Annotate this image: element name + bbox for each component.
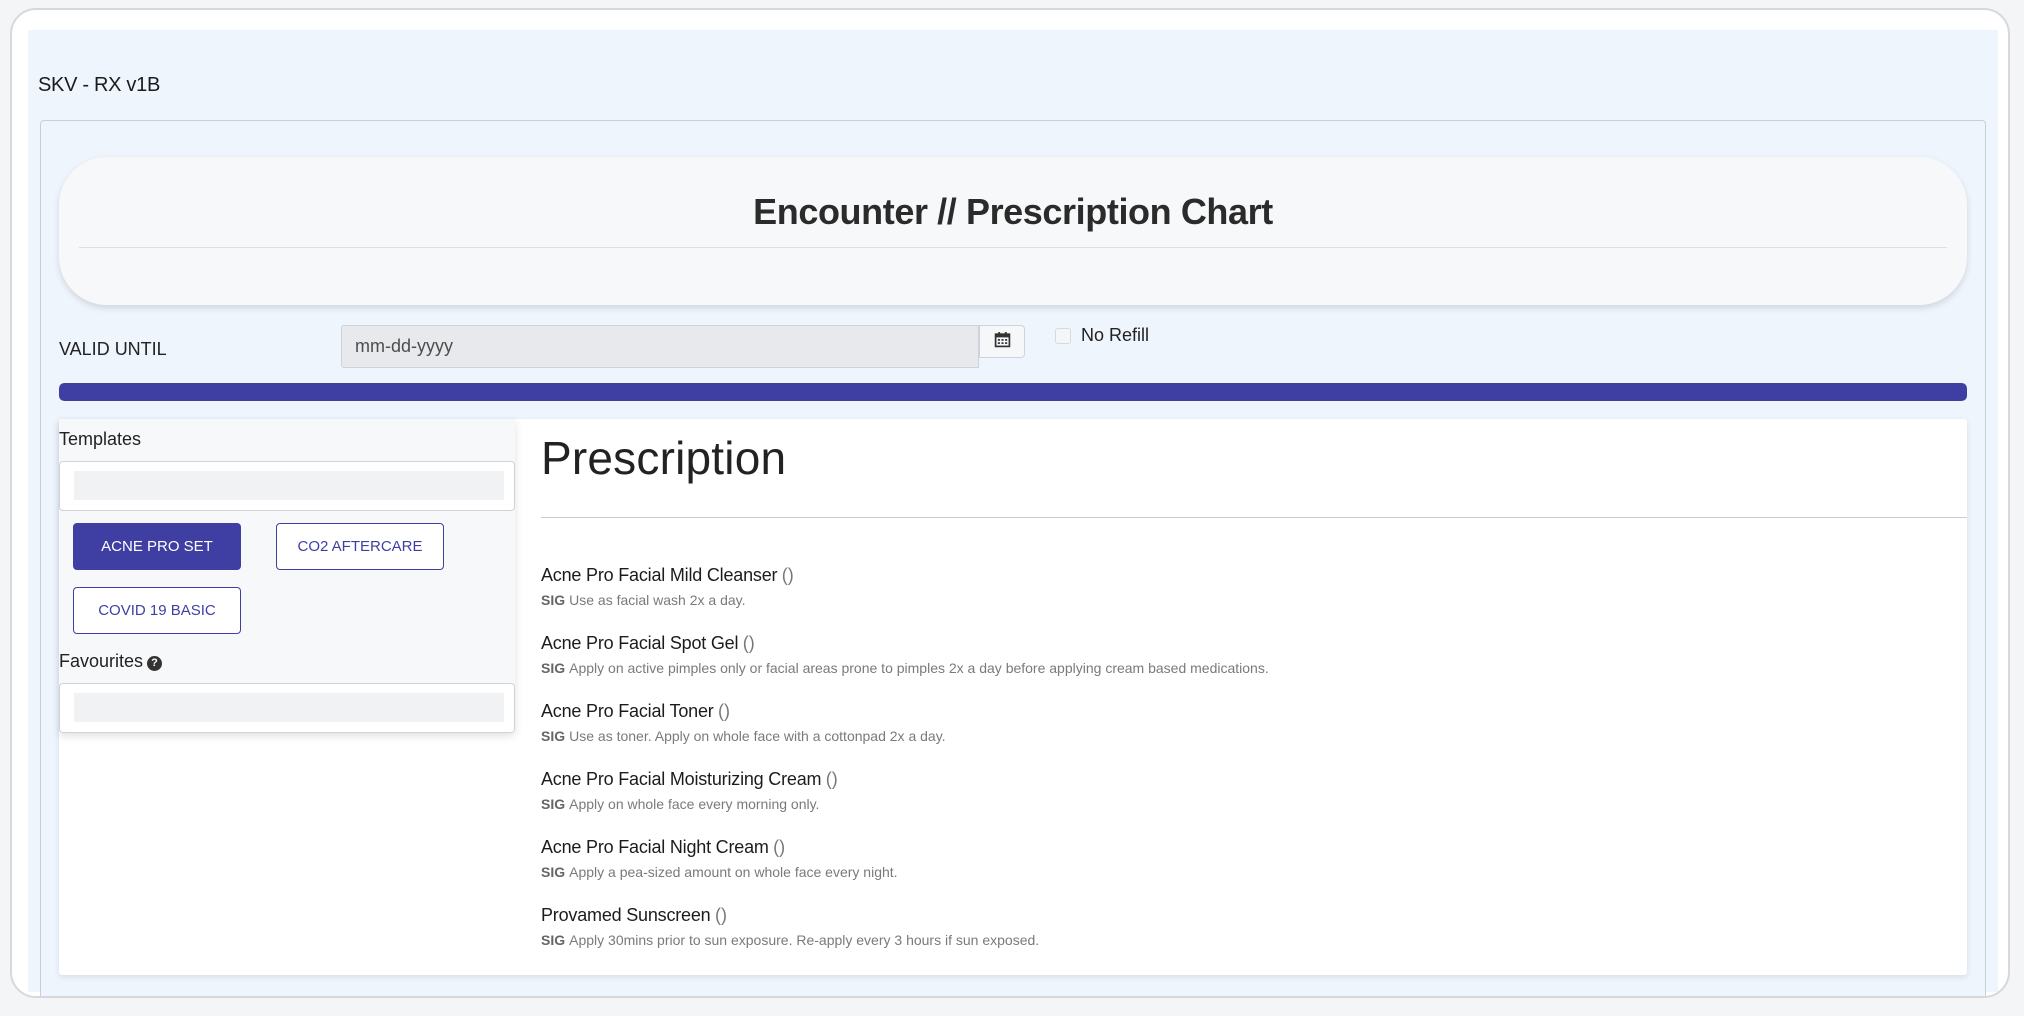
- template-covid-19-basic-button[interactable]: COVID 19 BASIC: [73, 587, 241, 634]
- prescription-item: Acne Pro Facial Toner () SIG Use as toner…: [541, 701, 1941, 769]
- page: SKV - RX v1B Encounter // Prescription C…: [28, 30, 1998, 996]
- medication-name: Provamed Sunscreen: [541, 905, 711, 925]
- prescription-item: Acne Pro Facial Spot Gel () SIG Apply on …: [541, 633, 1941, 701]
- prescription-list: Acne Pro Facial Mild Cleanser () SIG Use …: [541, 565, 1941, 973]
- sig-label: SIG: [541, 660, 566, 676]
- favourites-search-field[interactable]: [59, 683, 515, 733]
- favourites-heading: Favourites?: [59, 651, 163, 672]
- no-refill-checkbox[interactable]: [1055, 328, 1071, 344]
- medication-sig: SIG Use as facial wash 2x a day.: [541, 592, 1941, 608]
- favourites-label: Favourites: [59, 651, 144, 671]
- valid-until-label: VALID UNTIL: [59, 339, 167, 359]
- calendar-button[interactable]: [979, 325, 1025, 358]
- medication-name: Acne Pro Facial Night Cream: [541, 837, 769, 857]
- sig-text: Use as toner. Apply on whole face with a…: [569, 728, 946, 744]
- sig-label: SIG: [541, 796, 566, 812]
- medication-sig: SIG Apply on whole face every morning onl…: [541, 796, 1941, 812]
- content-card: Templates ACNE PRO SET CO2 AFTERCARE COV…: [59, 419, 1967, 975]
- sig-label: SIG: [541, 728, 566, 744]
- page-title: Encounter // Prescription Chart: [753, 191, 1273, 232]
- progress-bar: [59, 383, 1967, 401]
- main-panel: Encounter // Prescription Chart VALID UN…: [40, 120, 1986, 996]
- medication-name: Acne Pro Facial Mild Cleanser: [541, 565, 778, 585]
- medication-name: Acne Pro Facial Spot Gel: [541, 633, 739, 653]
- question-circle-icon[interactable]: ?: [147, 656, 163, 671]
- medication-sig: SIG Use as toner. Apply on whole face wit…: [541, 728, 1941, 744]
- header-card: Encounter // Prescription Chart: [59, 157, 1967, 305]
- prescription-title: Prescription: [541, 432, 787, 484]
- favourites-search-input[interactable]: [74, 693, 504, 722]
- medication-dosage: (): [781, 565, 794, 585]
- medication-sig: SIG Apply a pea-sized amount on whole fac…: [541, 864, 1941, 880]
- window-frame: SKV - RX v1B Encounter // Prescription C…: [10, 8, 2010, 998]
- prescription-item: Acne Pro Facial Night Cream () SIG Apply …: [541, 837, 1941, 905]
- sig-label: SIG: [541, 864, 566, 880]
- no-refill-label: No Refill: [1081, 325, 1150, 345]
- medication-dosage: (): [773, 837, 786, 857]
- sig-text: Apply a pea-sized amount on whole face e…: [569, 864, 898, 880]
- templates-label: Templates: [59, 429, 142, 449]
- calendar-icon: [994, 331, 1011, 353]
- sig-text: Use as facial wash 2x a day.: [569, 592, 746, 608]
- medication-name: Acne Pro Facial Toner: [541, 701, 714, 721]
- medication-sig: SIG Apply 30mins prior to sun exposure. R…: [541, 932, 1941, 948]
- medication-dosage: (): [825, 769, 838, 789]
- valid-until-date-input[interactable]: [341, 325, 979, 368]
- medication-name: Acne Pro Facial Moisturizing Cream: [541, 769, 822, 789]
- sig-text: Apply 30mins prior to sun exposure. Re-a…: [569, 932, 1040, 948]
- progress-bar-fill: [59, 383, 1967, 401]
- sig-text: Apply on whole face every morning only.: [569, 796, 820, 812]
- prescription-divider: [541, 517, 1967, 518]
- sig-label: SIG: [541, 592, 566, 608]
- templates-search-field[interactable]: [59, 461, 515, 511]
- templates-card: Templates ACNE PRO SET CO2 AFTERCARE COV…: [59, 419, 515, 733]
- templates-search-input[interactable]: [74, 471, 504, 500]
- template-acne-pro-set-button[interactable]: ACNE PRO SET: [73, 523, 241, 570]
- template-co2-aftercare-button[interactable]: CO2 AFTERCARE: [276, 523, 444, 570]
- prescription-item: Acne Pro Facial Mild Cleanser () SIG Use …: [541, 565, 1941, 633]
- prescription-item: Provamed Sunscreen () SIG Apply 30mins pr…: [541, 905, 1941, 973]
- prescription-item: Acne Pro Facial Moisturizing Cream () SI…: [541, 769, 1941, 837]
- medication-dosage: (): [714, 905, 727, 925]
- sig-text: Apply on active pimples only or facial a…: [569, 660, 1269, 676]
- header-divider: [79, 247, 1947, 248]
- medication-sig: SIG Apply on active pimples only or facia…: [541, 660, 1941, 676]
- medication-dosage: (): [742, 633, 755, 653]
- medication-dosage: (): [718, 701, 731, 721]
- app-title: SKV - RX v1B: [38, 74, 160, 96]
- sig-label: SIG: [541, 932, 566, 948]
